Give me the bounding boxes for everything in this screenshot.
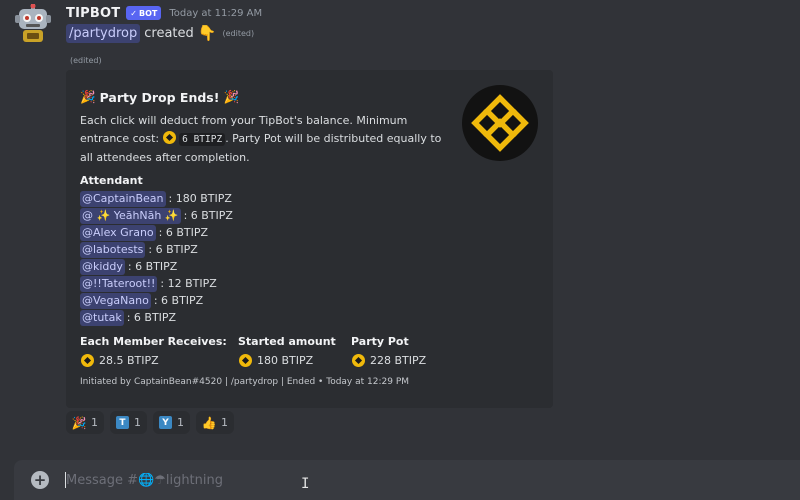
regional-indicator-y-icon: Y xyxy=(159,416,172,429)
coin-icon xyxy=(162,131,176,144)
field-label-each-receives: Each Member Receives: xyxy=(80,335,227,348)
bot-tag-label: BOT xyxy=(138,8,158,18)
party-popper-icon: 🎉 xyxy=(80,89,96,104)
message-input[interactable] xyxy=(66,470,666,490)
reaction-count: 1 xyxy=(221,416,228,429)
field-label-party-pot: Party Pot xyxy=(351,335,409,348)
field-value-each-receives: 28.5 BTIPZ xyxy=(81,352,159,368)
message-composer: + xyxy=(14,460,800,500)
embed-footer: Initiated by CaptainBean#4520 | /partydr… xyxy=(80,377,410,387)
reactions-bar: 🎉 1 T 1 Y 1 👍 1 xyxy=(66,411,234,434)
reaction-regional-t[interactable]: T 1 xyxy=(110,411,147,434)
attendee-amount: : 180 BTIPZ xyxy=(168,192,232,205)
attendee-row: @ ✨ YeāhNāh ✨: 6 BTIPZ xyxy=(80,207,233,224)
edited-label-2: (edited) xyxy=(70,56,102,65)
field-value-started-amount: 180 BTIPZ xyxy=(239,352,313,368)
reaction-count: 1 xyxy=(134,416,141,429)
field-value-text: 180 BTIPZ xyxy=(257,353,314,367)
reaction-count: 1 xyxy=(177,416,184,429)
coin-icon xyxy=(239,353,252,367)
attendee-amount: : 6 BTIPZ xyxy=(126,311,177,324)
attendee-list: @CaptainBean: 180 BTIPZ @ ✨ YeāhNāh ✨: 6… xyxy=(80,190,233,326)
command-mention[interactable]: /partydrop xyxy=(66,23,141,43)
attendee-row: @VegaNano: 6 BTIPZ xyxy=(80,292,233,309)
created-text: created xyxy=(144,25,194,41)
attendee-row: @labotests: 6 BTIPZ xyxy=(80,241,233,258)
embed-title-text: Party Drop Ends! xyxy=(99,89,220,105)
attendee-amount: : 12 BTIPZ xyxy=(160,277,217,290)
user-mention[interactable]: @Alex Grano xyxy=(80,224,156,241)
attendee-row: @tutak: 6 BTIPZ xyxy=(80,309,233,326)
reaction-count: 1 xyxy=(91,416,98,429)
bot-avatar[interactable] xyxy=(14,3,52,44)
attendee-row: @Alex Grano: 6 BTIPZ xyxy=(80,224,233,241)
user-mention[interactable]: @labotests xyxy=(80,241,146,258)
attendee-row: @!!Tateroot!!: 12 BTIPZ xyxy=(80,275,233,292)
min-cost-code: 6 BTIPZ xyxy=(179,133,226,146)
user-mention[interactable]: @kiddy xyxy=(80,258,125,275)
user-mention[interactable]: @ ✨ YeāhNāh ✨ xyxy=(80,207,181,224)
attendee-amount: : 6 BTIPZ xyxy=(148,243,198,256)
embed-title: 🎉 Party Drop Ends! 🎉 xyxy=(80,88,239,106)
message-header: TIPBOT ✓ BOT Today at 11:29 AM xyxy=(66,4,262,22)
reaction-party-popper[interactable]: 🎉 1 xyxy=(66,411,104,434)
field-value-text: 28.5 BTIPZ xyxy=(99,353,159,367)
party-popper-icon: 🎉 xyxy=(71,415,87,430)
attendee-amount: : 6 BTIPZ xyxy=(183,209,233,222)
timestamp[interactable]: Today at 11:29 AM xyxy=(169,8,262,19)
message-content: /partydrop created 👇 (edited) xyxy=(66,23,254,43)
add-attachment-button[interactable]: + xyxy=(31,471,49,489)
edited-label: (edited) xyxy=(222,28,255,38)
field-value-text: 228 BTIPZ xyxy=(370,353,427,367)
attendee-amount: : 6 BTIPZ xyxy=(153,294,204,307)
binance-logo-icon[interactable] xyxy=(462,85,538,161)
bot-tag: ✓ BOT xyxy=(126,6,162,20)
regional-indicator-t-icon: T xyxy=(116,416,129,429)
reaction-thumbs-up[interactable]: 👍 1 xyxy=(196,411,234,434)
field-label-started-amount: Started amount xyxy=(238,335,336,348)
user-mention[interactable]: @VegaNano xyxy=(80,292,151,309)
coin-icon xyxy=(352,353,365,367)
text-cursor-icon: I xyxy=(301,476,310,492)
embed-description: Each click will deduct from your TipBot'… xyxy=(80,112,445,167)
user-mention[interactable]: @!!Tateroot!! xyxy=(80,275,158,292)
check-icon: ✓ xyxy=(130,8,137,18)
coin-icon xyxy=(81,353,94,367)
attendee-amount: : 6 BTIPZ xyxy=(158,226,209,239)
pointing-down-icon: 👇 xyxy=(197,24,217,42)
attendee-label: Attendant xyxy=(80,174,143,187)
thumbs-up-icon: 👍 xyxy=(201,415,217,430)
username[interactable]: TIPBOT xyxy=(66,6,120,21)
attendee-row: @kiddy: 6 BTIPZ xyxy=(80,258,233,275)
attendee-row: @CaptainBean: 180 BTIPZ xyxy=(80,190,233,207)
user-mention[interactable]: @tutak xyxy=(80,309,124,326)
reaction-regional-y[interactable]: Y 1 xyxy=(153,411,190,434)
party-popper-icon: 🎉 xyxy=(223,89,240,104)
field-value-party-pot: 228 BTIPZ xyxy=(352,352,426,368)
user-mention[interactable]: @CaptainBean xyxy=(80,190,166,207)
attendee-amount: : 6 BTIPZ xyxy=(127,260,178,273)
